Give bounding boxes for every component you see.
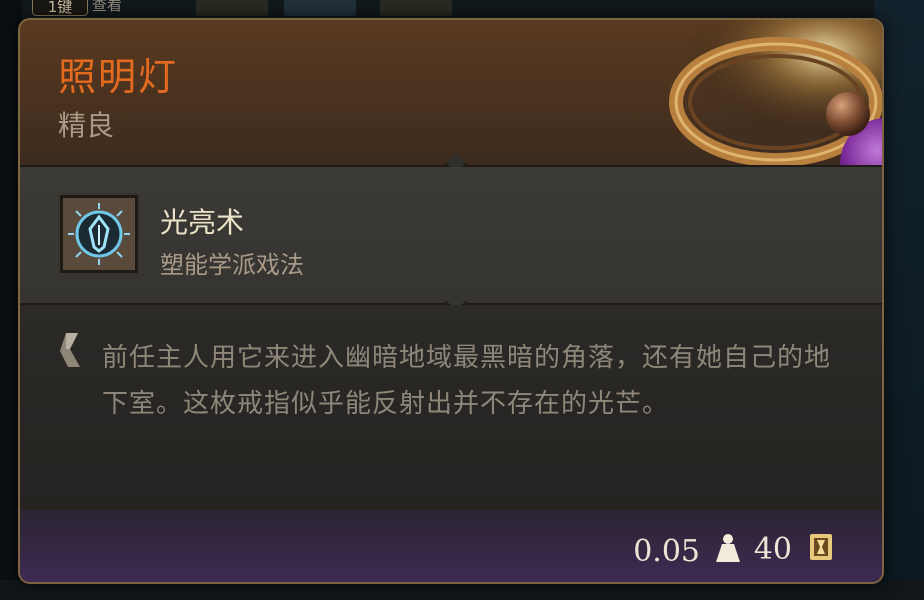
gold-coin-icon [810, 534, 832, 560]
item-rarity: 精良 [58, 109, 115, 142]
weight-icon [716, 534, 740, 562]
view-label: 查看 [92, 0, 123, 14]
inventory-slot[interactable] [196, 0, 268, 16]
spell-name: 光亮术 [160, 206, 245, 239]
inventory-slot[interactable] [284, 0, 356, 16]
spell-row[interactable]: 光亮术 塑能学派戏法 [20, 167, 882, 303]
light-spell-icon[interactable] [58, 193, 140, 275]
item-price: 40 [753, 532, 792, 567]
description-area: 前任主人用它来进入幽暗地域最黑暗的角落，还有她自己的地下室。这枚戒指似乎能反射出… [20, 305, 882, 510]
inventory-slot[interactable] [380, 0, 452, 16]
item-name: 照明灯 [58, 55, 179, 99]
item-description: 前任主人用它来进入幽暗地域最黑暗的角落，还有她自己的地下室。这枚戒指似乎能反射出… [102, 343, 832, 419]
item-weight: 0.05 [633, 534, 700, 569]
spell-school: 塑能学派戏法 [160, 251, 304, 279]
hotkey-tab[interactable]: 1键 [32, 0, 88, 16]
light-spell-glyph [63, 198, 135, 270]
item-tooltip: 照明灯 精良 光亮术 塑能学派戏法 前任主人用它来进入幽暗地域最黑暗的角落，还有… [18, 18, 884, 584]
quote-mark-icon [60, 333, 80, 367]
tooltip-footer: 0.05 40 [20, 510, 882, 582]
